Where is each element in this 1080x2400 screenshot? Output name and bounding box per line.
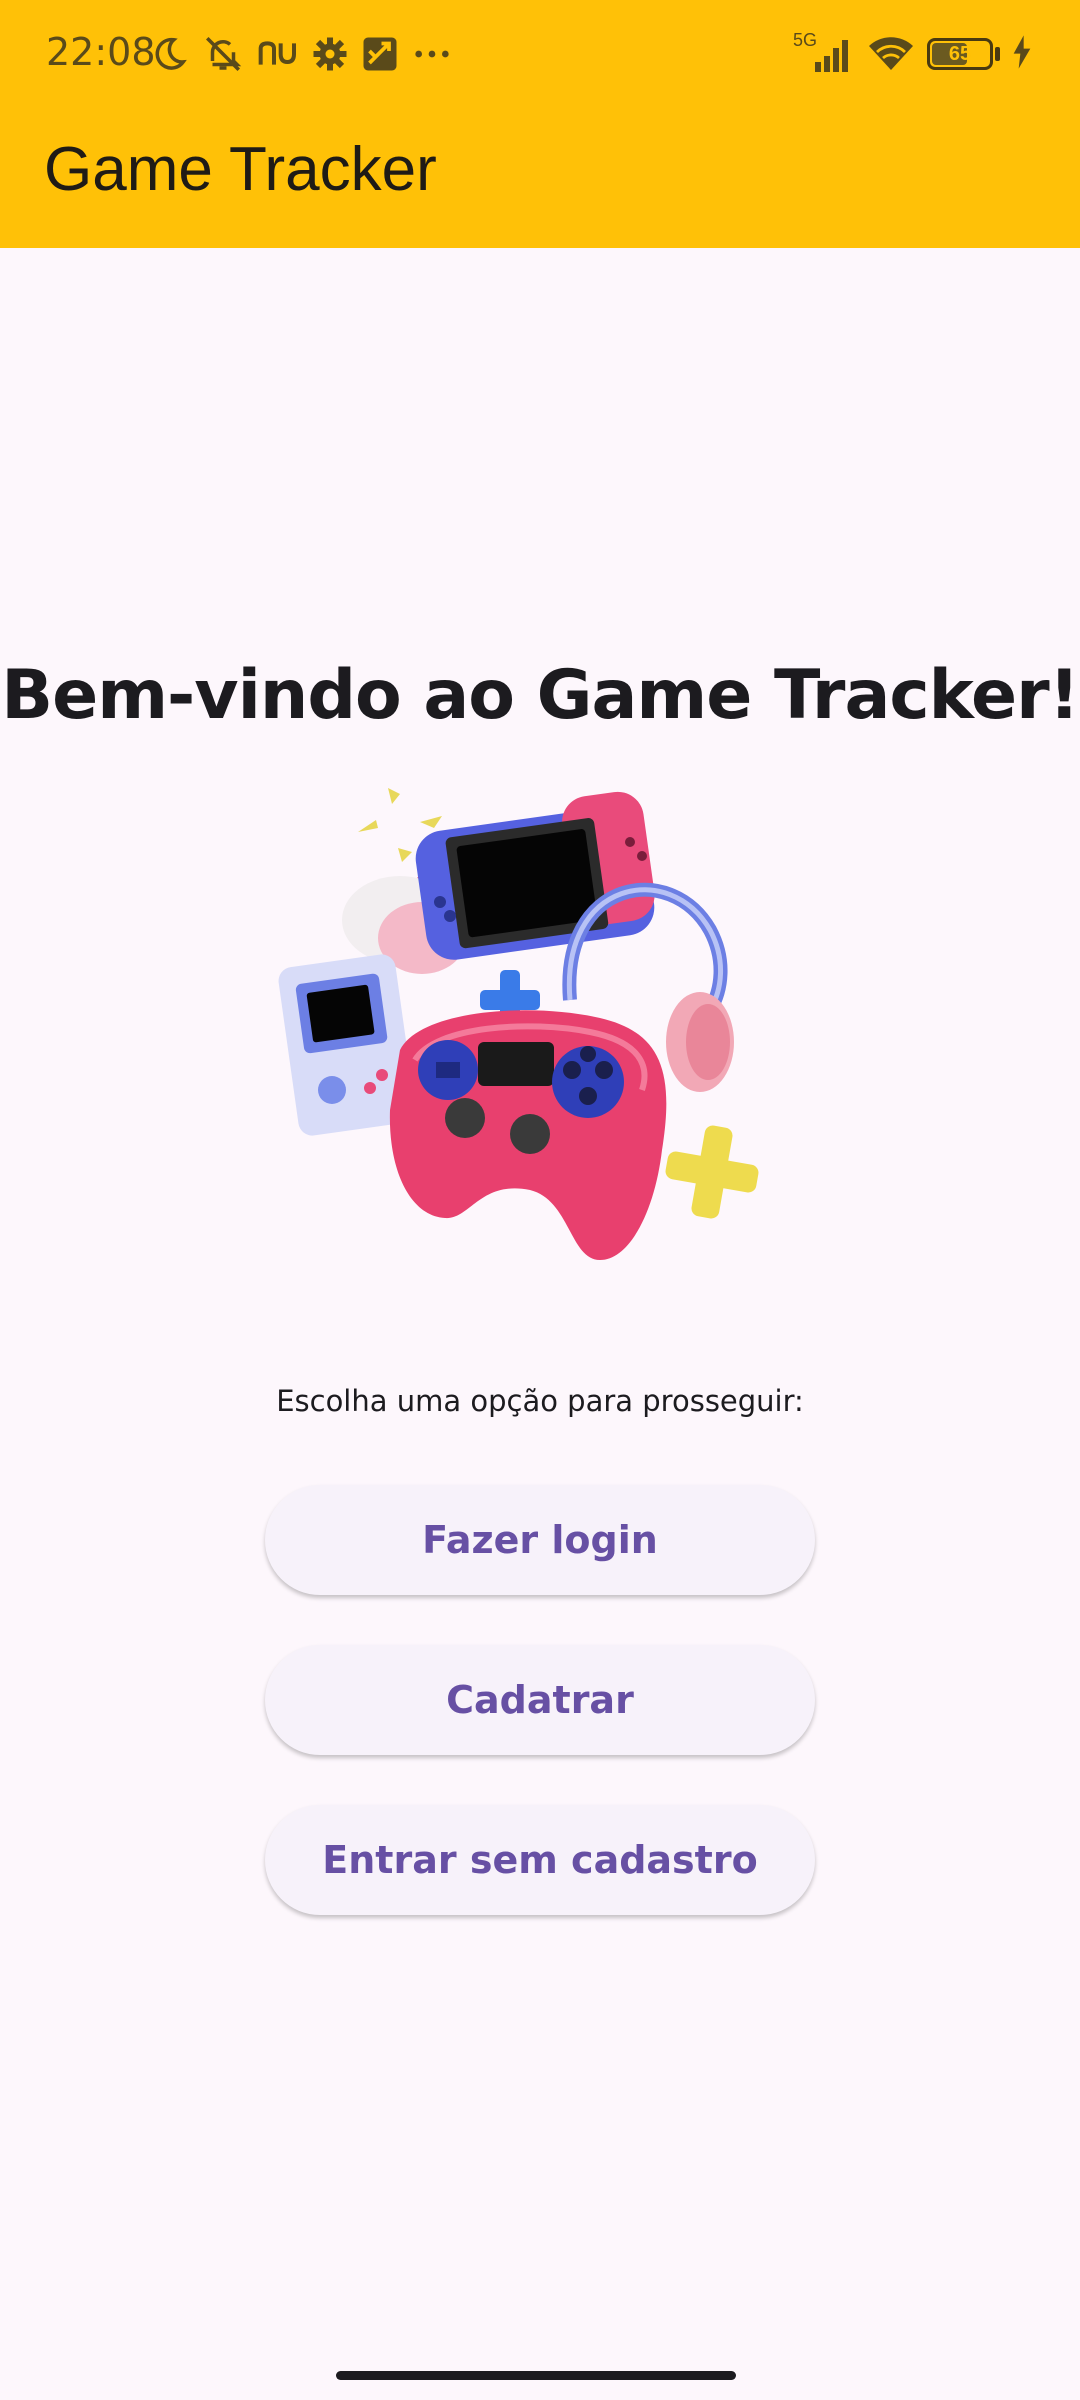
gear-icon: [312, 36, 348, 72]
status-icons-left: [150, 30, 452, 78]
gamepad-icon: [389, 1010, 667, 1260]
status-time: 22:08: [46, 30, 156, 74]
moon-icon: [150, 35, 188, 73]
network-type: 5G: [793, 30, 818, 50]
more-icon: [412, 44, 452, 64]
signup-button[interactable]: Cadatrar: [265, 1645, 815, 1755]
game-controllers-illustration: [270, 770, 810, 1290]
login-button[interactable]: Fazer login: [265, 1485, 815, 1595]
app-icon: [362, 36, 398, 72]
app-title: Game Tracker: [44, 135, 437, 204]
app-bar: 22:08 5G 65 Game Tracker: [0, 0, 1080, 248]
guest-entry-button[interactable]: Entrar sem cadastro: [265, 1805, 815, 1915]
gesture-navigation-bar[interactable]: [336, 2371, 736, 2380]
status-icons-right: 5G 65: [793, 30, 1032, 78]
nu-icon: [258, 39, 298, 69]
battery-cap: [995, 47, 1000, 61]
signal-icon: 5G: [793, 30, 855, 74]
charging-icon: [1012, 34, 1032, 74]
battery-percent: 65: [948, 42, 972, 65]
battery-icon: 65: [927, 38, 993, 70]
welcome-title: Bem-vindo ao Game Tracker!: [1, 656, 1079, 735]
handheld-console-icon: [415, 791, 655, 960]
wifi-icon: [867, 32, 915, 77]
choose-option-prompt: Escolha uma opção para prosseguir:: [276, 1384, 804, 1418]
status-bar: 22:08 5G 65: [0, 0, 1080, 108]
yellow-plus-icon: [665, 1125, 759, 1219]
bell-off-icon: [202, 33, 244, 75]
